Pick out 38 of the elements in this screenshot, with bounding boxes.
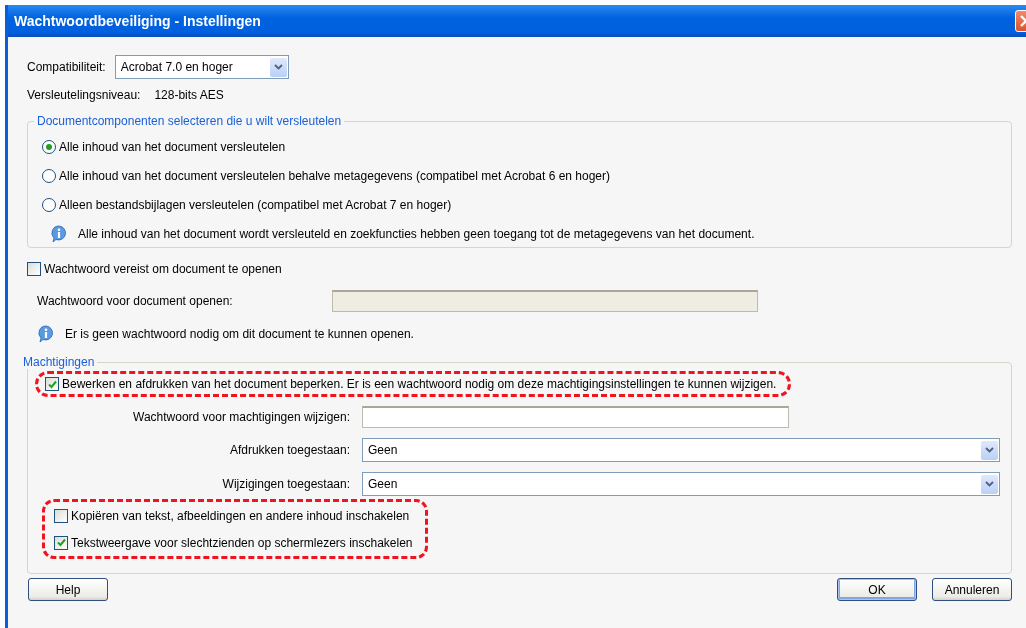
field-label: Wachtwoord voor document openen:	[37, 294, 234, 308]
info-icon	[37, 324, 55, 343]
help-button[interactable]: Help	[28, 578, 108, 601]
info-text: Alle inhoud van het document wordt versleuteld en zoekfuncties hebben geen toegang tot de metagegevens van het document.	[78, 226, 755, 241]
dropdown-button[interactable]	[269, 57, 287, 77]
dropdown-button[interactable]	[981, 474, 998, 494]
printing-dropdown[interactable]: Geen	[362, 438, 1000, 462]
window-title: Wachtwoordbeveiliging - Instellingen	[14, 13, 261, 29]
encryption-label: Versleutelingsniveau:	[27, 88, 141, 102]
radio-option[interactable]: Alle inhoud van het document versleutelen	[42, 132, 1011, 161]
radio-option[interactable]: Alle inhoud van het document versleutelen behalve metagegevens (compatibel met Acrobat 6 en hoger)	[42, 161, 1011, 190]
encryption-value: 128-bits AES	[154, 88, 224, 102]
checkbox[interactable]	[27, 262, 41, 276]
checkbox-label: Bewerken en afdrukken van het document beperken. Er is een wachtwoord nodig om deze machtigingsinstellingen te kunnen wijzigen.	[62, 377, 777, 391]
group-legend: Documentcomponenten selecteren die u wilt versleutelen	[34, 114, 345, 128]
chevron-down-icon	[985, 481, 994, 487]
group-legend: Machtigingen	[20, 355, 98, 369]
field-label: Afdrukken toegestaan:	[228, 443, 350, 457]
dropdown-button[interactable]	[981, 440, 998, 460]
field-label: Wachtwoord voor machtigingen wijzigen:	[132, 410, 350, 424]
compatibility-label: Compatibiliteit:	[27, 60, 106, 74]
info-icon	[50, 224, 68, 243]
checkbox[interactable]	[54, 535, 68, 550]
chevron-down-icon	[273, 64, 283, 70]
checkbox-label: Tekstweergave voor slechtzienden op schermlezers inschakelen	[71, 535, 413, 550]
radio-option[interactable]: Alleen bestandsbijlagen versleutelen (compatibel met Acrobat 7 en hoger)	[42, 190, 1011, 219]
field-label: Wijzigingen toegestaan:	[221, 477, 350, 491]
checkbox[interactable]	[54, 508, 68, 523]
info-text: Er is geen wachtwoord nodig om dit document te kunnen openen.	[65, 326, 414, 341]
changes-dropdown[interactable]: Geen	[362, 472, 1000, 496]
password-field[interactable]	[362, 406, 789, 428]
compatibility-dropdown[interactable]: Acrobat 7.0 en hoger	[114, 55, 289, 79]
checkbox[interactable]	[45, 377, 59, 391]
chevron-down-icon	[985, 447, 994, 453]
dialog-button[interactable]: OK	[837, 578, 917, 601]
checkbox-label: Kopiëren van tekst, afbeeldingen en andere inhoud inschakelen	[71, 508, 410, 523]
dialog-button[interactable]: Annuleren	[932, 578, 1012, 601]
checkbox-label: Wachtwoord vereist om document te openen	[44, 262, 282, 276]
